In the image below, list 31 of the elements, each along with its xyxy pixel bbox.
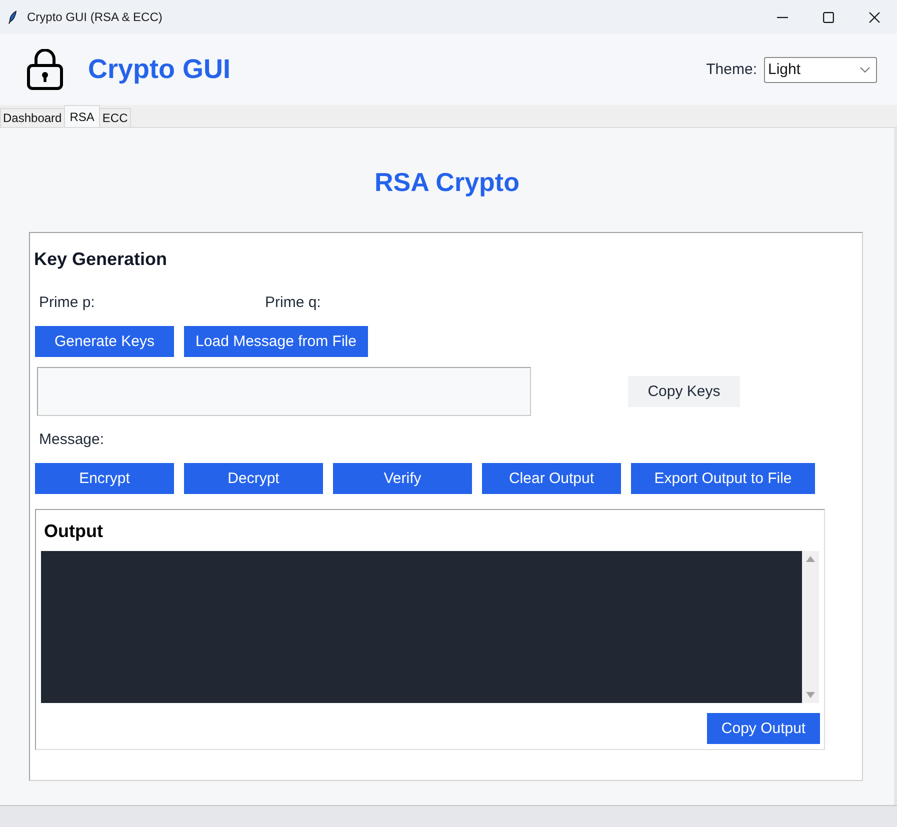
caret-icon (860, 66, 870, 72)
padlock-icon (27, 49, 63, 90)
keys-text-field[interactable] (37, 367, 531, 416)
tab[interactable]: RSA (64, 105, 100, 127)
tab[interactable]: ECC (99, 108, 131, 127)
copy-output-button[interactable]: Copy Output (707, 713, 820, 744)
action-button[interactable]: Encrypt (35, 463, 174, 494)
feather-icon (8, 10, 17, 24)
action-button[interactable]: Decrypt (184, 463, 323, 494)
output-title: Output (44, 520, 104, 542)
window-title: Crypto GUI (RSA & ECC) (27, 10, 162, 24)
scroll-up-icon[interactable] (806, 556, 815, 562)
field-label: Prime p: (39, 293, 96, 313)
message-label: Message: (39, 430, 104, 450)
app-title: Crypto GUI (88, 54, 231, 85)
section-title: Key Generation (34, 248, 168, 270)
close-icon (868, 12, 880, 22)
theme-label: Theme: (706, 61, 757, 78)
action-button[interactable]: Load Message from File (184, 326, 368, 357)
page-heading: RSA Crypto (374, 166, 520, 198)
action-button[interactable]: Generate Keys (35, 326, 174, 357)
tab[interactable]: Dashboard (0, 108, 65, 127)
action-button[interactable]: Clear Output (482, 463, 621, 494)
scrollbar[interactable] (802, 551, 819, 703)
theme-select[interactable]: Light (764, 56, 877, 82)
action-button[interactable]: Verify (333, 463, 472, 494)
action-button[interactable]: Export Output to File (631, 463, 815, 494)
maximize-icon (822, 12, 834, 22)
scroll-down-icon[interactable] (806, 692, 815, 698)
field-label: Prime q: (265, 293, 322, 313)
copy-keys-button[interactable]: Copy Keys (628, 376, 740, 407)
